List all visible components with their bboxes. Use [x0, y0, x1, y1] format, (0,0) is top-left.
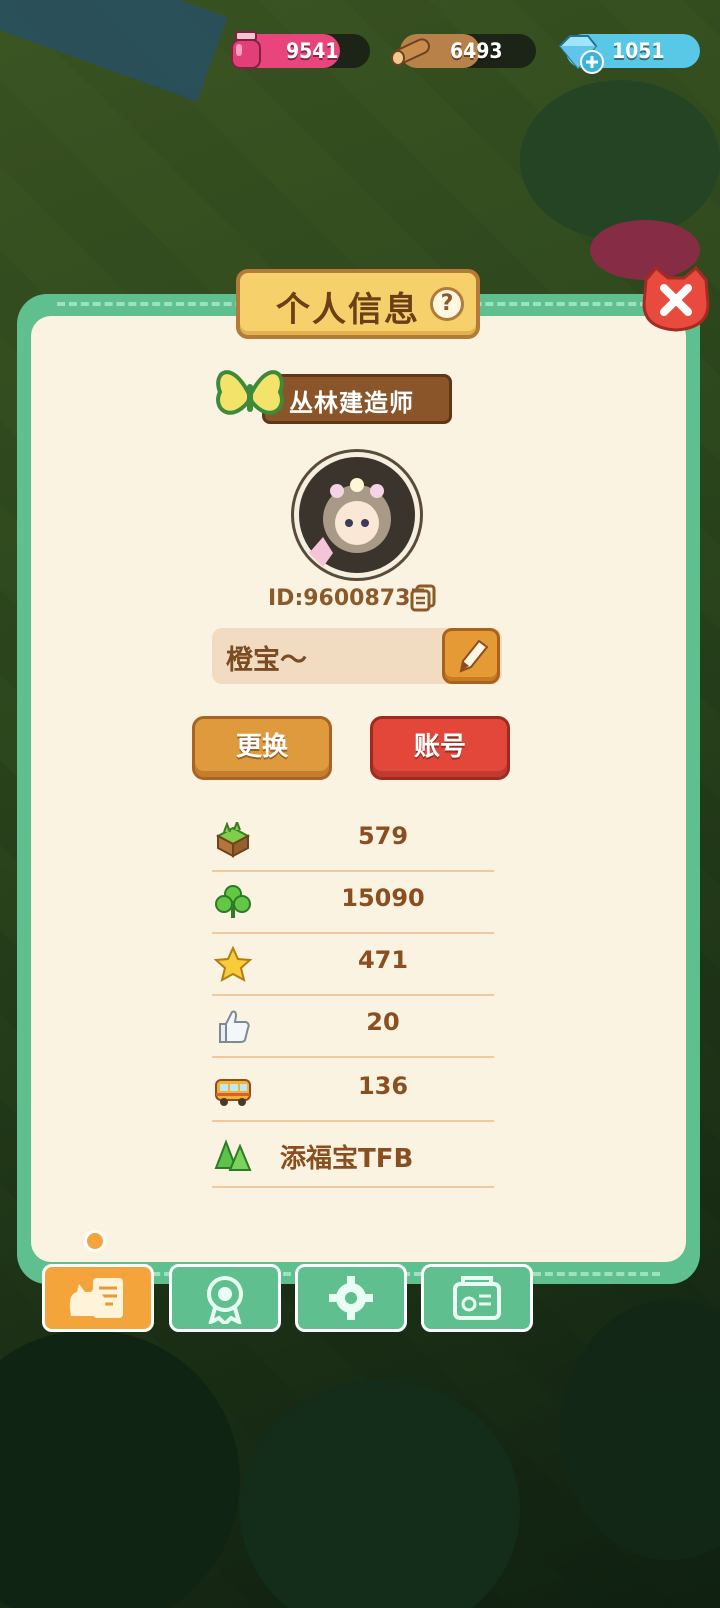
tab-profile[interactable]: [42, 1264, 154, 1332]
account-button[interactable]: 账号: [370, 716, 510, 780]
stat-value: 15090: [341, 884, 425, 912]
tab-settings[interactable]: [295, 1264, 407, 1332]
change-avatar-button[interactable]: 更换: [192, 716, 332, 780]
avatar[interactable]: [294, 452, 420, 578]
medal-icon: [207, 1276, 243, 1324]
potion-icon: [231, 31, 261, 69]
stat-value: 136: [357, 1072, 409, 1100]
stat-value: 579: [357, 822, 409, 850]
clover-icon: [215, 885, 251, 918]
wood-icon: [391, 38, 430, 66]
help-button[interactable]: ?: [430, 287, 464, 321]
close-button[interactable]: [638, 264, 714, 334]
stat-value: 471: [357, 946, 409, 974]
avatar-character-icon: [309, 478, 391, 567]
stat-row-tree: 添福宝TFB: [212, 1124, 494, 1188]
grass-block-icon: [215, 822, 251, 858]
stat-row-grass: 579: [212, 808, 494, 872]
thumbs-up-icon: [219, 1010, 250, 1043]
star-icon: [214, 946, 252, 982]
stat-row-star: 471: [212, 932, 494, 996]
tree-icon: [214, 1139, 252, 1171]
stat-row-bus: 136: [212, 1058, 494, 1122]
bus-icon: [215, 1079, 251, 1106]
active-tab-pin: [84, 1230, 106, 1252]
rank-title: 丛林建造师: [289, 389, 414, 417]
nickname: 橙宝～: [226, 645, 307, 676]
tab-badges[interactable]: [169, 1264, 281, 1332]
stat-row-likes: 20: [212, 994, 494, 1058]
copy-icon[interactable]: [410, 584, 436, 612]
panel-title: 个人信息: [276, 290, 420, 330]
photo-album-icon: [453, 1276, 501, 1320]
butterfly-rank-icon: [216, 370, 284, 415]
add-diamond-icon[interactable]: [580, 50, 604, 74]
player-id: ID:96008737: [268, 586, 426, 611]
panel-title-plate: 个人信息 ?: [236, 269, 480, 339]
pencil-icon: [459, 639, 489, 673]
stat-value: 添福宝TFB: [280, 1144, 414, 1174]
rank-title-sign: 丛林建造师: [262, 374, 452, 424]
stat-value: 20: [366, 1008, 400, 1036]
cat-card-icon: [69, 1278, 123, 1318]
gear-icon: [329, 1276, 373, 1320]
stat-row-clover: 15090: [212, 870, 494, 934]
edit-nickname-button[interactable]: [442, 628, 500, 684]
tab-album[interactable]: [421, 1264, 533, 1332]
